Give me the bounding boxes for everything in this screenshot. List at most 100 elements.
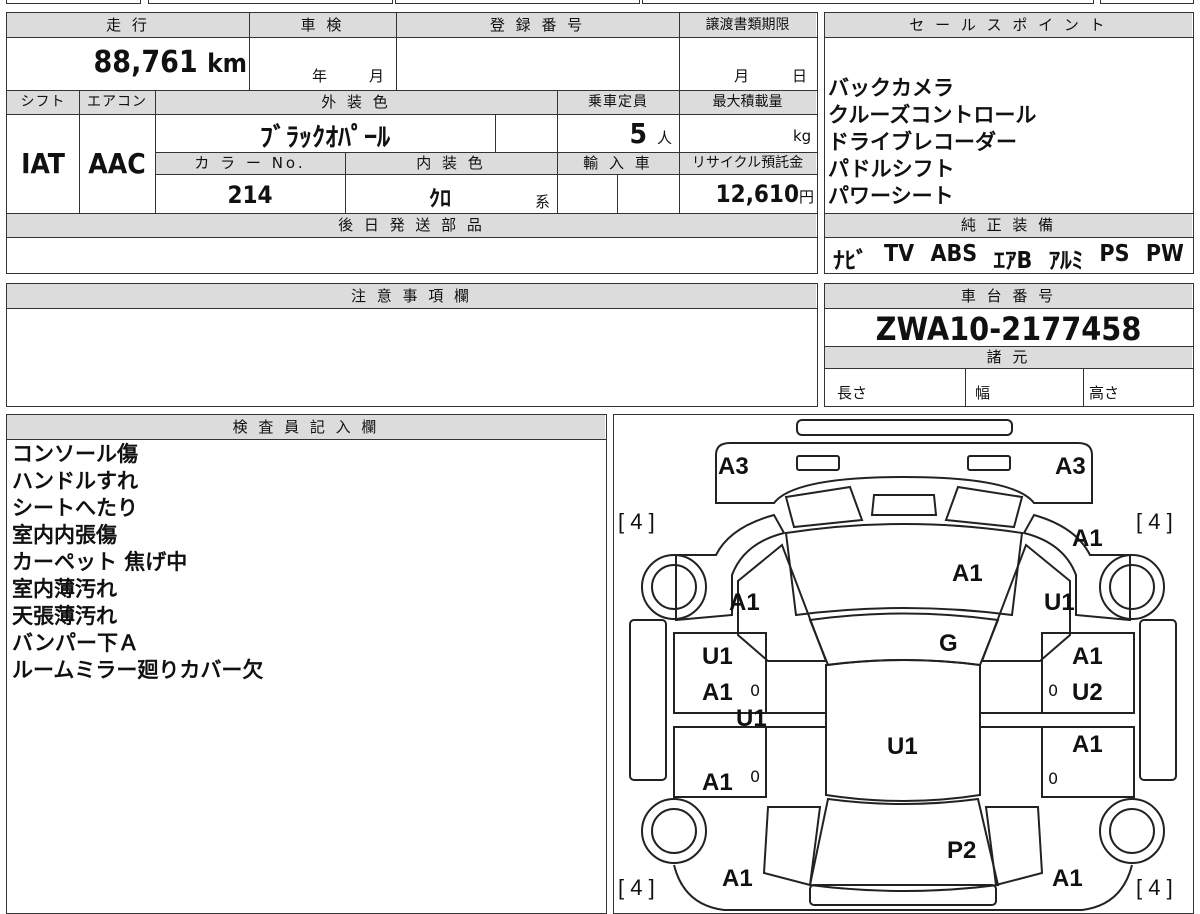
exterior-color-label: 外 装 色 <box>321 93 391 111</box>
interior-color-value: ｸﾛ <box>428 187 451 212</box>
caution-title: 注 意 事 項 欄 <box>350 287 473 305</box>
mark-fender-right-a: A1 <box>1072 525 1103 552</box>
mark-front-right: A3 <box>1055 453 1086 480</box>
inspector-note: 室内内張傷 <box>12 523 117 547</box>
tire-mark-rear-right: [ 4 ] <box>1136 875 1173 900</box>
mileage-label: 走 行 <box>106 16 150 34</box>
zero-mark: 0 <box>750 767 761 786</box>
inspector-note: カーペット 焦げ中 <box>12 550 188 574</box>
sales-point: パワーシート <box>828 184 954 208</box>
mark-front-left: A3 <box>718 453 749 480</box>
sales-point: ドライブレコーダー <box>828 130 1017 154</box>
inspector-note: バンパー下Ａ <box>12 631 140 655</box>
sales-points-panel: セ ー ル ス ポ イ ン ト バックカメラ クルーズコントロール ドライブレコ… <box>824 12 1194 274</box>
shaken-label: 車 検 <box>300 16 345 34</box>
mark-quarter-right: A1 <box>1052 865 1083 892</box>
chassis-number: ZWA10-2177458 <box>875 310 1142 348</box>
top-cropped-strip <box>0 0 1200 6</box>
mark-windshield: G <box>939 630 958 657</box>
inspector-title: 検 査 員 記 入 欄 <box>232 418 380 436</box>
aircon-value: AAC <box>88 147 146 180</box>
capacity-value: 5 <box>629 117 647 150</box>
interior-color-suffix: 系 <box>535 193 551 211</box>
chassis-title: 車 台 番 号 <box>960 287 1057 305</box>
inspector-note: 天張薄汚れ <box>12 604 117 628</box>
mark-trunk: P2 <box>947 837 977 864</box>
sales-point: バックカメラ <box>828 76 954 100</box>
inspector-note: 室内薄汚れ <box>12 577 117 601</box>
equipment-item: ﾅﾋﾞ <box>833 248 868 274</box>
width-label: 幅 <box>975 384 991 402</box>
height-label: 高さ <box>1089 384 1120 402</box>
equipment-item: PW <box>1145 241 1184 267</box>
sales-point: パドルシフト <box>828 157 955 181</box>
mark-hood: A1 <box>952 560 983 587</box>
max-load-unit: kg <box>793 127 812 145</box>
capacity-unit: 人 <box>657 129 673 147</box>
chassis-panel: 車 台 番 号 ZWA10-2177458 諸 元 長さ 幅 高さ <box>824 283 1194 407</box>
mark-pillar-left: U1 <box>736 705 767 732</box>
length-label: 長さ <box>837 384 868 402</box>
sales-points-title: セ ー ル ス ポ イ ン ト <box>909 16 1108 34</box>
exterior-color-value: ﾌﾞﾗｯｸｵﾊﾟｰﾙ <box>259 123 390 153</box>
car-diagram <box>629 419 1177 911</box>
color-no-value: 214 <box>227 181 273 209</box>
car-diagram-panel: [ 4 ] [ 4 ] [ 4 ] [ 4 ] A3 A3 A1 A1 A1 U… <box>613 414 1194 914</box>
inspector-panel: 検 査 員 記 入 欄 コンソール傷 ハンドルすれ シートへたり 室内内張傷 カ… <box>6 414 607 914</box>
zero-mark: 0 <box>1048 769 1059 788</box>
tire-mark-front-right: [ 4 ] <box>1136 509 1173 534</box>
equipment-item: ｱﾙﾐ <box>1048 248 1084 274</box>
inspector-notes: コンソール傷 ハンドルすれ シートへたり 室内内張傷 カーペット 焦げ中 室内薄… <box>12 441 263 684</box>
mark-door-rl: A1 <box>702 769 733 796</box>
windshield-shape <box>808 612 1000 667</box>
capacity-label: 乗車定員 <box>588 94 648 110</box>
headlight-right <box>967 455 1011 471</box>
transfer-deadline-label: 譲渡書類期限 <box>705 17 790 33</box>
front-bumper-shape <box>796 419 1013 436</box>
recycle-value: 12,610円 <box>715 180 814 208</box>
registration-label: 登 録 番 号 <box>489 16 586 34</box>
inspector-note: ハンドルすれ <box>12 469 138 493</box>
inspector-note: コンソール傷 <box>12 442 138 466</box>
mark-fender-left: A1 <box>729 589 760 616</box>
inspector-note: ルームミラー廻りカバー欠 <box>12 658 264 682</box>
mark-roof: U1 <box>887 733 918 760</box>
max-load-label: 最大積載量 <box>712 94 783 110</box>
mark-door-rr: A1 <box>1072 731 1103 758</box>
shift-label: シフト <box>20 94 66 110</box>
color-no-label: カ ラ ー No. <box>194 154 306 172</box>
vehicle-info-table: 走 行 車 検 登 録 番 号 譲渡書類期限 88,761 km 年 月 月 日… <box>6 12 818 274</box>
equipment-item: ｴｱB <box>993 248 1033 274</box>
specs-title: 諸 元 <box>986 348 1031 366</box>
caution-panel: 注 意 事 項 欄 <box>6 283 818 407</box>
equipment-list: ﾅﾋﾞ TV ABS ｴｱB ｱﾙﾐ PS PW <box>825 241 1192 275</box>
roof-shape <box>825 659 981 802</box>
later-parts-label: 後 日 発 送 部 品 <box>338 216 485 234</box>
shift-value: IAT <box>21 147 65 180</box>
transfer-month: 月 <box>734 67 750 85</box>
mark-door-fr-u: U2 <box>1072 679 1103 706</box>
headlight-left <box>796 455 840 471</box>
mark-fender-right-u: U1 <box>1044 589 1075 616</box>
sales-point: クルーズコントロール <box>828 103 1037 127</box>
hood-shape <box>784 523 1024 617</box>
import-label: 輸 入 車 <box>583 154 653 172</box>
sales-points-list: バックカメラ クルーズコントロール ドライブレコーダー パドルシフト パワーシー… <box>828 75 1036 210</box>
shaken-year: 年 <box>312 67 328 85</box>
equipment-item: TV <box>883 241 915 267</box>
mileage-value: 88,761 km <box>93 45 247 80</box>
tire-mark-rear-left: [ 4 ] <box>618 875 655 900</box>
mark-door-fl-a: A1 <box>702 679 733 706</box>
recycle-label: リサイクル預託金 <box>691 155 804 171</box>
interior-color-label: 内 装 色 <box>416 154 486 172</box>
mark-door-fr-a: A1 <box>1072 643 1103 670</box>
transfer-day: 日 <box>792 67 808 85</box>
tire-mark-front-left: [ 4 ] <box>618 509 655 534</box>
inspector-note: シートへたり <box>12 496 138 520</box>
zero-mark: 0 <box>1048 681 1059 700</box>
equipment-item: PS <box>1099 241 1130 267</box>
aircon-label: エアコン <box>87 94 147 110</box>
equipment-item: ABS <box>930 241 978 267</box>
zero-mark: 0 <box>750 681 761 700</box>
mark-door-fl-u: U1 <box>702 643 733 670</box>
